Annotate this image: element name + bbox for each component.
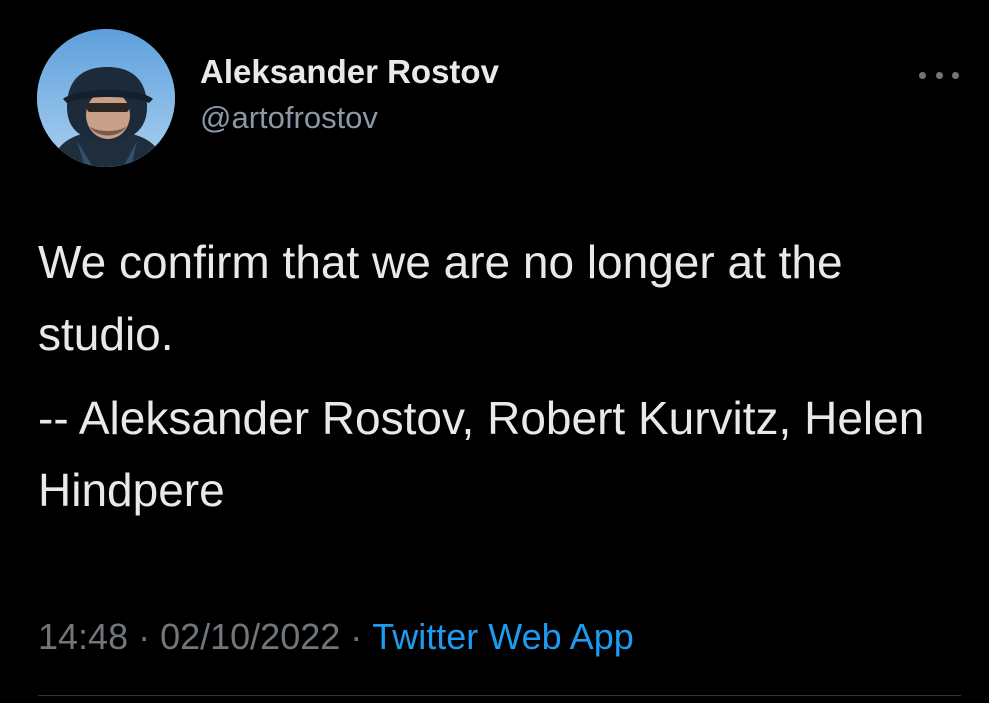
tweet-time[interactable]: 14:48 (38, 616, 128, 657)
more-dot (919, 71, 926, 79)
divider (38, 695, 961, 696)
avatar-photo (37, 29, 175, 167)
tweet-card: Aleksander Rostov @artofrostov We confir… (0, 0, 989, 703)
tweet-source-link[interactable]: Twitter Web App (372, 616, 633, 657)
tweet-text: We confirm that we are no longer at the … (38, 226, 958, 526)
more-options-icon[interactable] (919, 65, 959, 85)
tweet-date[interactable]: 02/10/2022 (160, 616, 340, 657)
tweet-paragraph: -- Aleksander Rostov, Robert Kurvitz, He… (38, 392, 925, 516)
author-handle[interactable]: @artofrostov (200, 98, 499, 138)
more-dot (935, 71, 943, 79)
author-display-name[interactable]: Aleksander Rostov (200, 52, 499, 92)
tweet-meta: 14:48 · 02/10/2022 · Twitter Web App (38, 612, 634, 662)
avatar[interactable] (37, 29, 175, 167)
tweet-paragraph: We confirm that we are no longer at the … (38, 236, 843, 360)
tweet-header: Aleksander Rostov @artofrostov (37, 29, 959, 169)
author-names: Aleksander Rostov @artofrostov (200, 52, 499, 138)
meta-separator: · (350, 616, 363, 657)
more-dot (952, 71, 959, 79)
meta-separator: · (138, 616, 151, 657)
